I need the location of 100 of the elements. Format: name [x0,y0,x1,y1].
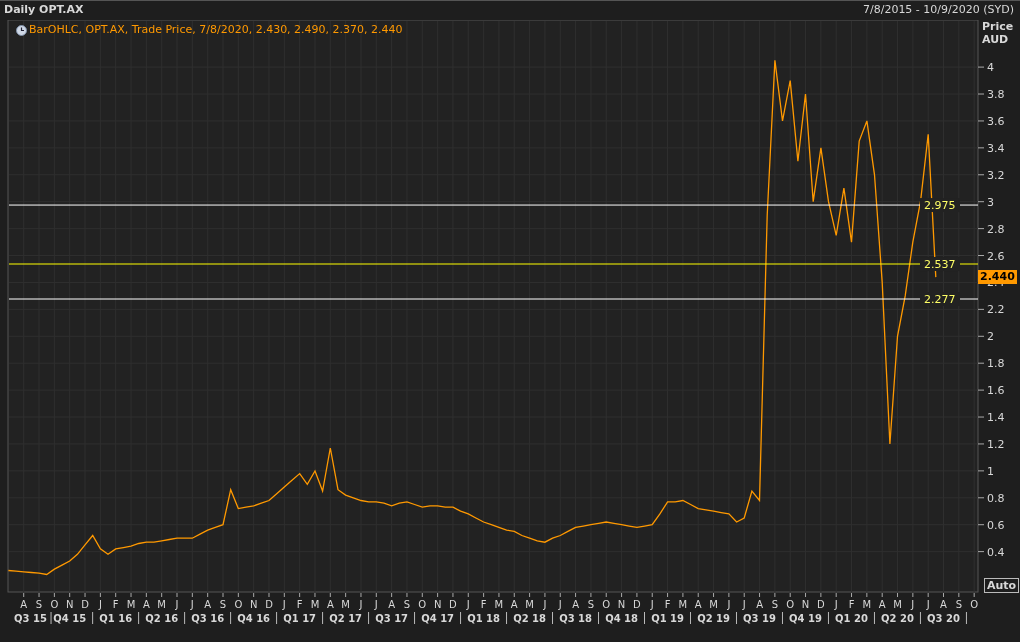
axis-label: J [374,599,378,610]
axis-label: F [848,599,855,610]
axis-label: S [219,599,227,610]
axis-label: Q4 15 [53,613,87,624]
axis-label: M [341,599,350,610]
axis-label: A [388,599,396,610]
axis-label: M [893,599,902,610]
axis-label: 1.8 [987,357,1005,371]
axis-label: Q2 16 [145,613,179,624]
axis-label: J [282,599,286,610]
axis-label: S [403,599,411,610]
axis-label: 3 [987,195,994,209]
axis-label: Q2 18 [513,613,547,624]
axis-label: A [326,599,334,610]
axis-label: 0.6 [987,518,1005,532]
axis-label: Q1 18 [467,613,501,624]
axis-label: J [650,599,654,610]
axis-label: D [633,599,641,610]
clock-icon[interactable] [16,24,27,36]
currency-label: AUD [982,33,1010,46]
axis-label: 3.6 [987,114,1005,128]
axis-label: J [926,599,930,610]
axis-label: S [35,599,43,610]
axis-label: 1.6 [987,384,1005,398]
line-value-label: 2.277 [924,293,956,306]
axis-label: 3.2 [987,168,1005,182]
axis-label: 4 [987,61,994,75]
axis-label: Q2 20 [881,613,914,624]
axis-label: M [862,599,872,610]
axis-label: J [190,599,194,610]
axis-label: O [418,599,427,610]
axis-label: J [466,599,470,610]
axis-label: Q3 20 [927,613,960,624]
axis-label: 3.8 [987,88,1005,101]
axis-label: J [558,599,562,610]
axis-label: J [543,599,547,610]
axis-label: A [142,599,150,610]
axis-label: S [955,599,962,610]
axis-label: A [572,599,579,610]
axis-label: D [81,599,89,610]
axis-label: 1.2 [987,437,1005,451]
axis-label: O [970,599,979,610]
line-value-label: 2.537 [924,258,956,271]
axis-label: M [157,599,166,610]
axis-label: 2.8 [987,222,1005,236]
axis-label: 2.2 [987,303,1005,317]
axis-label: A [940,599,947,610]
axis-label: J [175,599,179,610]
axis-label: Q4 17 [421,613,455,624]
axis-label: M [494,599,504,610]
axis-label: O [50,599,59,610]
axis-label: J [98,599,102,610]
axis-label: F [296,599,303,610]
axis-label: Q3 18 [559,613,592,624]
axis-label: D [265,599,273,610]
legend-text: BarOHLC, OPT.AX, Trade Price, 7/8/2020, 2.430, 2.490, 2.370, 2.440 [29,22,403,38]
date-range: 7/8/2015 - 10/9/2020 (SYD) [862,2,1014,19]
axis-label: Q3 19 [743,613,776,624]
axis-label: J [742,599,746,610]
axis-label: F [112,599,119,610]
axis-label: M [709,599,718,610]
axis-label: Q4 18 [605,613,638,624]
axis-label: Q3 17 [375,613,409,624]
axis-label: N [801,599,810,610]
axis-label: M [525,599,534,610]
chart-title: Daily OPT.AX [4,2,84,19]
axis-label: J [359,599,363,610]
axis-label: Q4 19 [789,613,822,624]
axis-label: 0.4 [987,545,1005,559]
axis-title: Price [982,20,1014,33]
axis-label: D [449,599,457,610]
axis-label: 1.4 [987,411,1005,425]
axis-label: A [204,599,212,610]
axis-label: Q1 20 [835,613,868,624]
axis-label: 2.6 [987,249,1005,263]
axis-label: O [602,599,611,610]
axis-label: N [65,599,74,610]
axis-label: N [617,599,626,610]
axis-label: O [786,599,795,610]
auto-scale-button[interactable]: Auto [984,578,1020,593]
axis-label: 3.4 [987,141,1005,155]
axis-label: N [249,599,258,610]
axis-label: Q3 15 [14,613,47,624]
line-value-label: 2.975 [924,199,956,213]
axis-label: Q1 17 [283,613,317,624]
axis-label: A [878,599,886,610]
axis-label: M [126,599,136,610]
axis-label: F [664,599,671,610]
axis-label: F [480,599,487,610]
axis-label: O [234,599,243,610]
axis-label: J [834,599,838,610]
axis-label: 1 [987,464,994,478]
axis-label: S [587,599,595,610]
axis-label: Q2 19 [697,613,730,624]
axis-label: Q4 16 [237,613,271,624]
axis-label: 2 [987,330,994,344]
axis-label: J [727,599,731,610]
axis-label: Q3 16 [191,613,225,624]
axis-label: 0.8 [987,491,1005,505]
axis-label: M [310,599,320,610]
